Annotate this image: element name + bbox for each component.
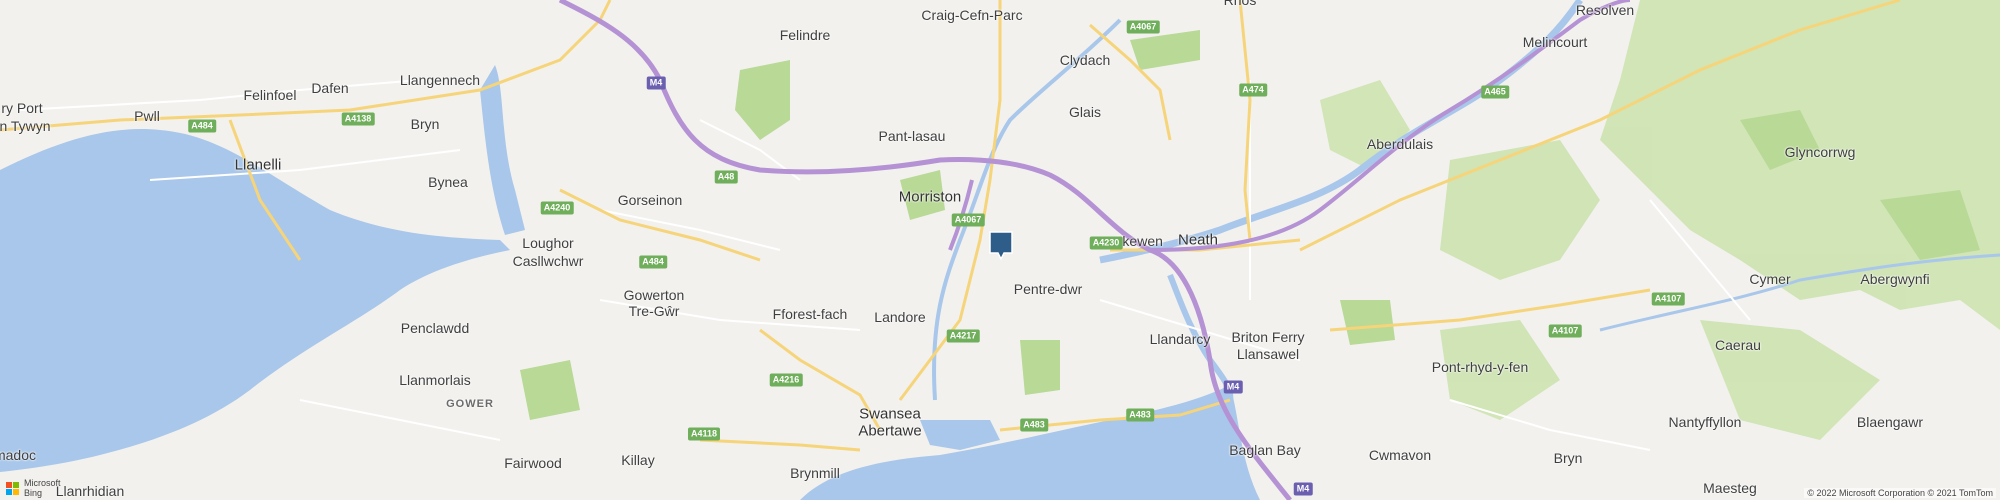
place-label: Caerau [1715, 337, 1761, 353]
road-shield: A48 [714, 170, 738, 184]
brand-line-1: Microsoft [24, 478, 61, 488]
place-label: Brynmill [790, 465, 840, 481]
place-label: Gowerton [623, 287, 685, 303]
place-label: Llansawel [1236, 346, 1300, 362]
place-label: Penclawdd [400, 320, 470, 336]
place-label: Pant-lasau [878, 128, 946, 144]
place-label: Pwll [134, 108, 160, 124]
copyright-notice: © 2022 Microsoft Corporation © 2021 TomT… [1804, 488, 1996, 498]
road-shield: A4230 [1089, 236, 1123, 250]
place-label: Aberdulais [1366, 136, 1434, 152]
place-label: Bynea [428, 174, 468, 190]
road-shield: A483 [1126, 408, 1154, 422]
place-label: Tre-Gŵr [628, 303, 680, 319]
road-shield: A4138 [341, 112, 375, 126]
place-label: Melincourt [1522, 34, 1588, 50]
map-pin-icon [989, 231, 1013, 261]
place-label: Craig-Cefn-Parc [921, 7, 1023, 23]
place-label: Llandarcy [1149, 331, 1211, 347]
place-label: Swansea [859, 405, 921, 423]
place-label: Blaengawr [1856, 414, 1924, 430]
place-label: ry Port [1, 100, 43, 116]
place-label: Pont-rhyd-y-fen [1431, 359, 1529, 375]
road-shield: A484 [639, 255, 667, 269]
place-label: Clydach [1059, 52, 1111, 68]
place-label: Llanelli [234, 156, 282, 174]
place-label: Cymer [1749, 271, 1791, 287]
place-label: Gorseinon [617, 192, 683, 208]
road-shield: A465 [1481, 85, 1509, 99]
road-shield: A4240 [540, 201, 574, 215]
bing-logo: Microsoft Bing [6, 478, 61, 498]
place-label: Briton Ferry [1231, 329, 1305, 345]
place-label: Llangennech [399, 72, 481, 88]
place-label: Killay [621, 452, 655, 468]
place-label: Baglan Bay [1229, 442, 1301, 458]
place-label: Glais [1069, 104, 1101, 120]
place-label: Bryn [1553, 450, 1583, 466]
map-canvas[interactable]: Craig-Cefn-Parc Rhos Resolven Felindre Clyda… [0, 0, 2000, 500]
road-shield: A474 [1239, 83, 1267, 97]
place-label: Pentre-dwr [1013, 281, 1083, 297]
place-label: Llanrhidian [55, 483, 125, 499]
region-label: GOWER [446, 398, 494, 410]
road-shield: A4067 [1126, 20, 1160, 34]
place-label: Maesteg [1703, 480, 1757, 496]
microsoft-logo-icon [6, 481, 19, 495]
place-label: Abergwynfi [1860, 271, 1930, 287]
road-shield: M4 [1223, 380, 1243, 394]
road-shield: A4067 [951, 213, 985, 227]
road-shield: M4 [1293, 482, 1313, 496]
place-label: n Tywyn [0, 118, 51, 134]
place-label: Fforest-fach [772, 306, 848, 322]
road-shield: A4107 [1651, 292, 1685, 306]
road-shield: A483 [1020, 418, 1048, 432]
place-label: Nantyffyllon [1668, 414, 1742, 430]
place-label: Landore [874, 309, 926, 325]
place-label: Loughor [522, 235, 574, 251]
place-label: Glyncorrwg [1784, 144, 1856, 160]
road-shield: A4217 [946, 329, 980, 343]
place-label: Llanmorlais [399, 372, 471, 388]
road-shield: M4 [646, 76, 666, 90]
road-shield: A484 [188, 119, 216, 133]
place-label: Rhos [1223, 0, 1257, 8]
place-label: Neath [1177, 231, 1219, 249]
place-label: Cwmavon [1368, 447, 1432, 463]
brand-line-2: Bing [24, 488, 43, 498]
place-label: madoc [0, 447, 37, 463]
place-label: Casllwchwr [512, 253, 584, 269]
road-shield: A4118 [687, 427, 721, 441]
place-label: Bryn [410, 116, 440, 132]
place-label: Abertawe [858, 422, 922, 440]
road-shield: A4216 [769, 373, 803, 387]
road-shield: A4107 [1548, 324, 1582, 338]
place-label: Felindre [779, 27, 831, 43]
place-label: Fairwood [504, 455, 562, 471]
place-label: Dafen [311, 80, 349, 96]
location-marker[interactable] [989, 231, 1013, 261]
place-label: Morriston [898, 188, 962, 206]
place-label: Resolven [1575, 2, 1635, 18]
place-label: Felinfoel [243, 87, 297, 103]
